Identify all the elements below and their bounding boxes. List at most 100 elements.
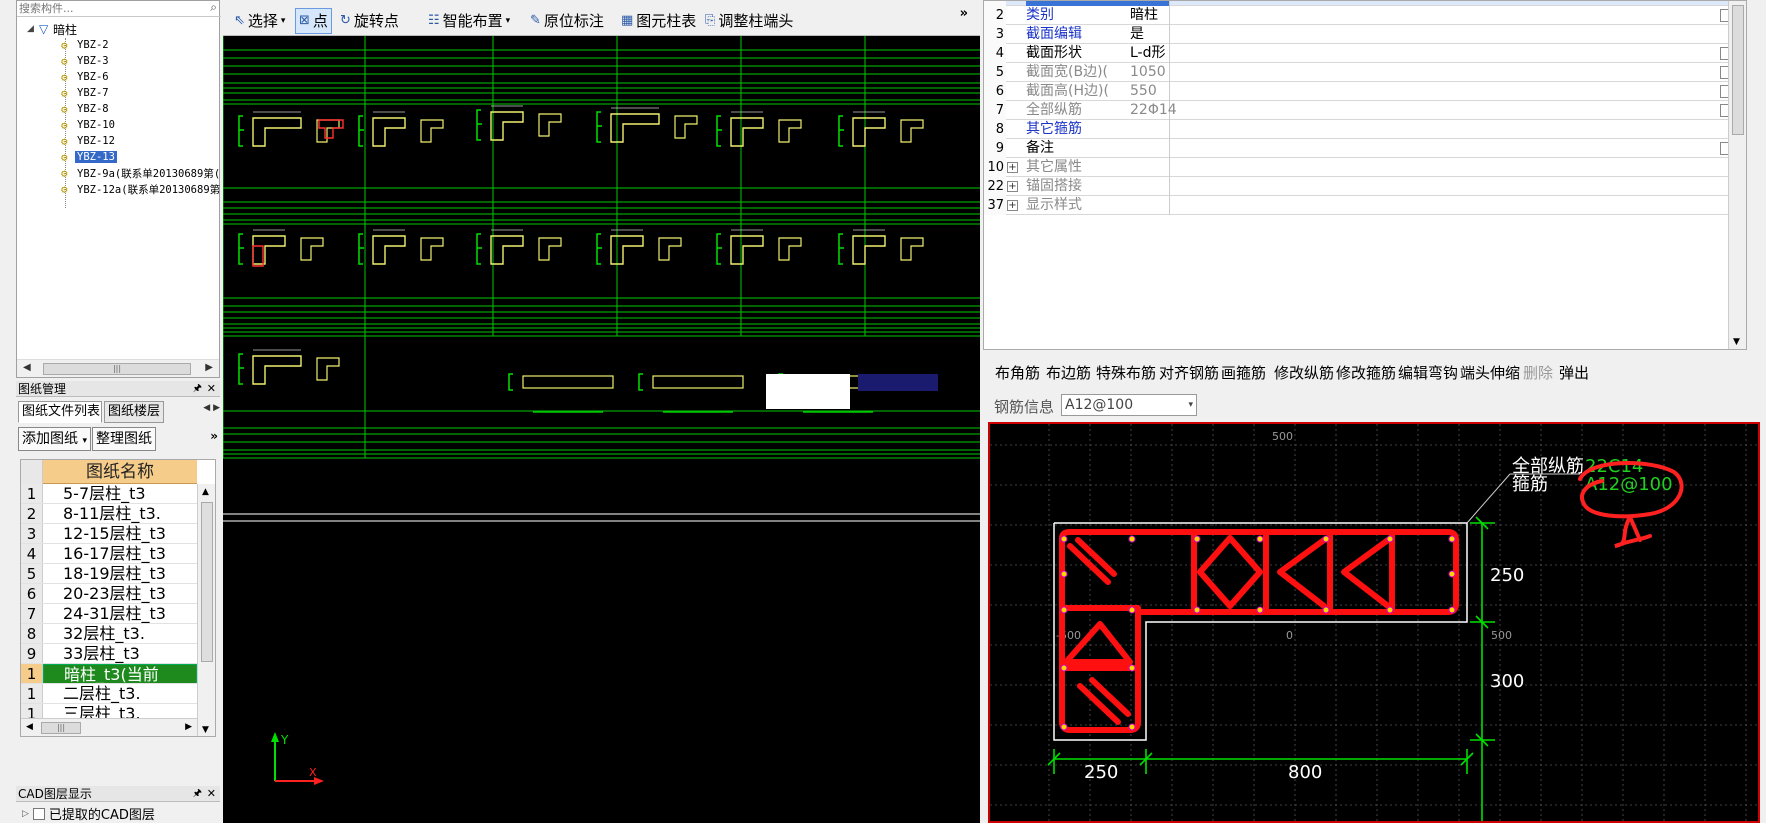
drawing-list-row[interactable]: 1 暗柱_t3(当前 (21, 664, 197, 684)
property-value[interactable]: 22Φ14 (1130, 101, 1177, 120)
tree-root-node[interactable]: ◢ ▽ 暗柱 (27, 21, 77, 37)
scroll-thumb[interactable] (201, 502, 213, 662)
tree-item[interactable]: ⚙ YBZ-12a(联系单20130689第( (61, 181, 221, 197)
property-value[interactable]: L-d形 (1130, 44, 1166, 63)
property-value[interactable]: 1050 (1130, 63, 1166, 82)
property-value[interactable]: 550 (1130, 82, 1157, 101)
property-vertical-scrollbar[interactable]: ▼ (1728, 1, 1746, 349)
property-row[interactable]: 7 全部纵筋 22Φ14 (984, 101, 1733, 120)
longitudinal-bar-dot[interactable] (1128, 723, 1136, 731)
tree-item[interactable]: ⚙ YBZ-9a(联系单20130689第( (61, 165, 221, 181)
rebar-tool-button[interactable]: 编辑弯钩 (1398, 364, 1458, 382)
cad-drawing-canvas[interactable]: Y X (223, 36, 980, 823)
drawing-list-row[interactable]: 2 8-11层柱_t3. (21, 504, 197, 524)
header-drawing-name[interactable]: 图纸名称 (43, 460, 197, 484)
longitudinal-bar-dot[interactable] (1448, 570, 1456, 578)
add-drawing-button[interactable]: 添加图纸 ▾ (18, 427, 91, 451)
tree-item[interactable]: ⚙ YBZ-8 (61, 101, 111, 117)
longitudinal-bar-dot[interactable] (1128, 535, 1136, 543)
longitudinal-bar-dot[interactable] (1322, 535, 1330, 543)
tree-horizontal-scrollbar[interactable]: ◀ ||| ▶ (17, 359, 219, 377)
scroll-right-icon[interactable]: ▶ (205, 362, 213, 373)
property-value[interactable]: 是 (1130, 25, 1144, 44)
expand-triangle-icon[interactable]: ▷ (22, 809, 29, 819)
property-row[interactable]: 22 + 锚固搭接 (984, 177, 1728, 196)
element-column-table-button[interactable]: ▦ 图元柱表 (618, 8, 699, 34)
pin-icon[interactable]: 🖈 (193, 786, 202, 802)
drawing-list-row[interactable]: 7 24-31层柱_t3 (21, 604, 197, 624)
smart-layout-button[interactable]: ☷ 智能布置 ▾ (425, 8, 513, 34)
rebar-tool-button[interactable]: 修改纵筋 (1274, 364, 1334, 382)
drawing-list-row[interactable]: 1 二层柱_t3. (21, 684, 197, 704)
longitudinal-bar-dot[interactable] (1386, 535, 1394, 543)
drawing-list-row[interactable]: 6 20-23层柱_t3 (21, 584, 197, 604)
property-row[interactable]: 10 + 其它属性 (984, 158, 1728, 177)
more-icon[interactable]: » (210, 429, 218, 443)
tree-item[interactable]: ⚙ YBZ-10 (61, 117, 117, 133)
tree-item[interactable]: ⚙ YBZ-7 (61, 85, 111, 101)
longitudinal-bar-dot[interactable] (1060, 606, 1068, 614)
drawing-list-horizontal-scrollbar[interactable]: ◀ ||| ▶ (21, 718, 197, 736)
longitudinal-bar-dot[interactable] (1256, 535, 1264, 543)
tree-item[interactable]: ⚙ YBZ-2 (61, 37, 111, 53)
property-row[interactable]: 37 + 显示样式 (984, 196, 1728, 215)
tab-scroll-arrows-icon[interactable]: ◀ ▶ (203, 403, 220, 413)
rebar-tool-button[interactable]: 删除 (1523, 364, 1553, 382)
longitudinal-bar-dot[interactable] (1193, 535, 1201, 543)
property-row[interactable]: 4 截面形状 L-d形 (984, 44, 1733, 63)
longitudinal-bar-dot[interactable] (1060, 535, 1068, 543)
property-row[interactable]: 5 截面宽(B边)(1050 (984, 63, 1733, 82)
tree-item[interactable]: ⚙ YBZ-3 (61, 53, 111, 69)
longitudinal-bar-dot[interactable] (1448, 606, 1456, 614)
scroll-up-icon[interactable]: ▲ (202, 487, 209, 497)
collapse-triangle-icon[interactable]: ◢ (27, 24, 39, 34)
close-icon[interactable]: ✕ (207, 381, 216, 397)
scroll-down-icon[interactable]: ▼ (202, 725, 209, 735)
select-button[interactable]: ⇖ 选择 ▾ (231, 8, 288, 34)
drawing-list-row[interactable]: 3 12-15层柱_t3 (21, 524, 197, 544)
organize-drawing-button[interactable]: 整理图纸 (92, 427, 156, 451)
tab-drawing-file-list[interactable]: 图纸文件列表 (18, 401, 102, 423)
rebar-tool-button[interactable]: 特殊布筋 (1096, 364, 1156, 382)
close-icon[interactable]: ✕ (207, 786, 216, 802)
expand-plus-icon[interactable]: + (1007, 200, 1018, 211)
longitudinal-bar-dot[interactable] (1448, 535, 1456, 543)
rebar-tool-button[interactable]: 端头伸缩 (1460, 364, 1520, 382)
component-search-input[interactable] (17, 1, 197, 16)
point-button[interactable]: ⊠ 点 (295, 8, 332, 34)
drawing-list-row[interactable]: 4 16-17层柱_t3 (21, 544, 197, 564)
adjust-column-end-button[interactable]: ⎘ 调整柱端头 (702, 8, 796, 34)
property-row[interactable]: 2 类别 暗柱 (984, 6, 1733, 25)
property-row[interactable]: 3 截面编辑是 (984, 25, 1728, 44)
rebar-tool-button[interactable]: 弹出 (1559, 364, 1589, 382)
cad-drawing-svg[interactable]: Y X (223, 36, 980, 823)
longitudinal-bar-dot[interactable] (1386, 606, 1394, 614)
section-editor-svg[interactable]: 500 500 0 -500 250 300 250 800 全部纵筋 22C1… (990, 424, 1760, 823)
longitudinal-bar-dot[interactable] (1060, 570, 1068, 578)
tree-item[interactable]: ⚙ YBZ-6 (61, 69, 111, 85)
longitudinal-bar-dot[interactable] (1256, 606, 1264, 614)
more-icon[interactable]: » (960, 6, 968, 21)
property-row[interactable]: 9 备注 (984, 139, 1733, 158)
expand-plus-icon[interactable]: + (1007, 162, 1018, 173)
longitudinal-bar-dot[interactable] (1193, 606, 1201, 614)
checkbox[interactable] (32, 807, 45, 820)
drawing-list-row[interactable]: 1 5-7层柱_t3 (21, 484, 197, 504)
drawing-list-row[interactable]: 5 18-19层柱_t3 (21, 564, 197, 584)
search-icon[interactable]: ⌕ (210, 0, 217, 15)
section-editor-canvas[interactable]: 500 500 0 -500 250 300 250 800 全部纵筋 22C1… (988, 422, 1760, 823)
rebar-tool-button[interactable]: 画箍筋 (1221, 364, 1266, 382)
scroll-down-icon[interactable]: ▼ (1733, 337, 1740, 347)
expand-plus-icon[interactable]: + (1007, 181, 1018, 192)
longitudinal-bar-dot[interactable] (1060, 664, 1068, 672)
property-value[interactable]: 暗柱 (1130, 6, 1158, 25)
longitudinal-bar-dot[interactable] (1128, 606, 1136, 614)
property-row[interactable]: 8 其它箍筋 (984, 120, 1728, 139)
scroll-left-icon[interactable]: ◀ (26, 722, 33, 732)
longitudinal-bar-dot[interactable] (1128, 664, 1136, 672)
rotate-point-button[interactable]: ↻ 旋转点 (337, 8, 402, 34)
drawing-list-vertical-scrollbar[interactable]: ▲ ▼ (197, 484, 215, 736)
tab-drawing-floors[interactable]: 图纸楼层 (104, 401, 164, 423)
scroll-thumb[interactable] (1732, 5, 1744, 135)
pin-icon[interactable]: 🖈 (193, 381, 202, 397)
